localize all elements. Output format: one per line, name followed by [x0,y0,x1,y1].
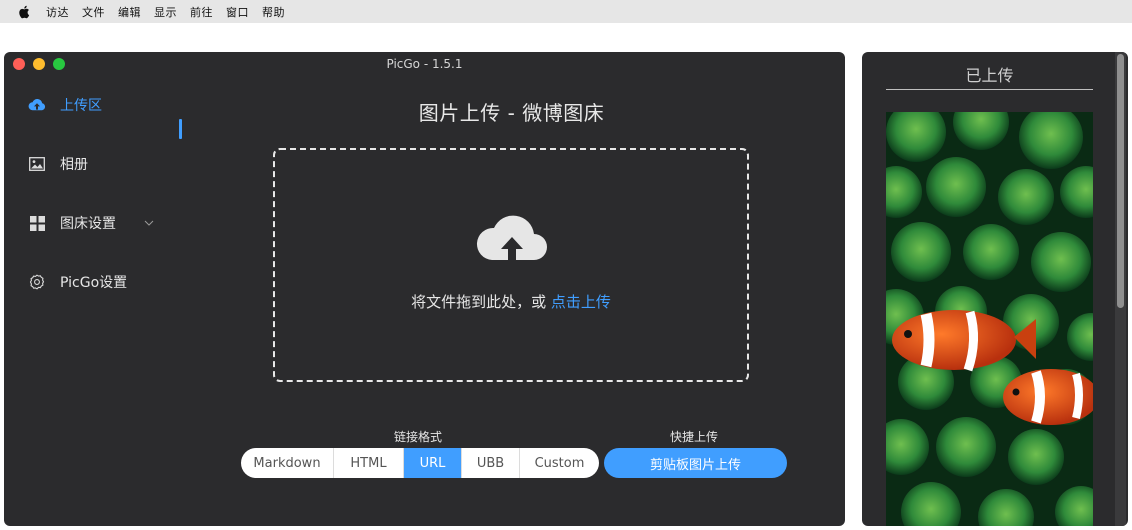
close-button[interactable] [13,58,25,70]
sidebar-item-label: 相册 [60,157,88,173]
sidebar-item-picbed-settings[interactable]: 图床设置 [28,211,156,235]
link-format-selector: Markdown HTML URL UBB Custom [241,448,599,478]
drop-instructions: 将文件拖到此处，或 点击上传 [275,291,747,312]
sidebar-item-label: 上传区 [60,98,102,114]
sidebar-item-label: PicGo设置 [60,275,128,291]
menu-finder[interactable]: 访达 [46,4,69,20]
menu-file[interactable]: 文件 [82,4,105,20]
minimize-button[interactable] [33,58,45,70]
format-ubb-button[interactable]: UBB [462,448,520,478]
scroll-thumb[interactable] [1117,54,1124,308]
window-title: PicGo - 1.5.1 [386,57,463,71]
menu-bar: 访达 文件 编辑 显示 前往 窗口 帮助 [0,0,1132,23]
cloud-upload-icon [28,96,46,114]
uploaded-image-thumbnail[interactable] [886,112,1093,526]
link-format-label: 链接格式 [394,430,443,444]
sidebar-item-gallery[interactable]: 相册 [28,152,88,176]
page-title: 图片上传 - 微博图床 [418,101,605,125]
format-url-button[interactable]: URL [404,448,462,478]
upload-cloud-icon [476,215,547,262]
format-markdown-button[interactable]: Markdown [241,448,334,478]
active-indicator [179,119,182,139]
upload-dropzone[interactable]: 将文件拖到此处，或 点击上传 [273,148,749,382]
sidebar-item-picgo-settings[interactable]: PicGo设置 [28,270,127,294]
click-upload-link[interactable]: 点击上传 [551,293,611,311]
gear-icon [28,273,46,291]
menu-window[interactable]: 窗口 [226,4,249,20]
format-custom-button[interactable]: Custom [520,448,599,478]
window-controls [13,58,65,70]
format-html-button[interactable]: HTML [334,448,404,478]
title-bar: PicGo - 1.5.1 [4,52,845,76]
sidebar-item-label: 图床设置 [60,216,116,232]
uploaded-panel-title: 已上传 [886,62,1093,90]
grid-icon [28,214,46,232]
menu-view[interactable]: 显示 [154,4,177,20]
maximize-button[interactable] [53,58,65,70]
drop-text: 将文件拖到此处，或 [411,293,551,311]
menu-edit[interactable]: 编辑 [118,4,141,20]
uploaded-panel-scrollbar[interactable] [1115,52,1126,526]
picture-icon [28,155,46,173]
apple-icon[interactable] [18,5,32,19]
quick-upload-label: 快捷上传 [670,430,719,444]
clipboard-upload-button[interactable]: 剪贴板图片上传 [604,448,787,478]
picgo-window: PicGo - 1.5.1 上传区 相册 图床设置 PicGo设置 图片上传 -… [4,52,845,526]
menu-help[interactable]: 帮助 [262,4,285,20]
chevron-down-icon[interactable] [144,220,156,226]
sidebar: 上传区 相册 图床设置 PicGo设置 [4,76,189,526]
menu-go[interactable]: 前往 [190,4,213,20]
uploaded-panel: 已上传 [862,52,1128,526]
sidebar-item-upload[interactable]: 上传区 [28,93,102,117]
